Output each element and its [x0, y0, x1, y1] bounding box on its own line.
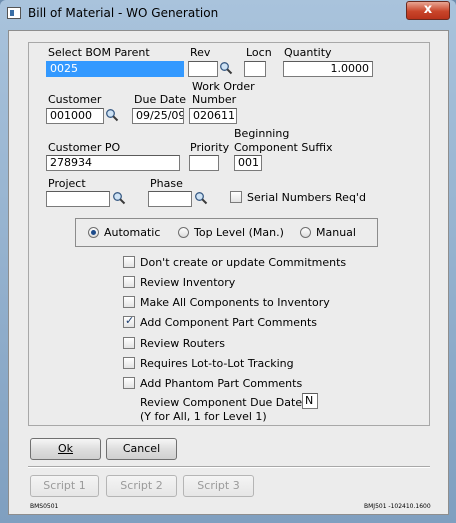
serial-numbers-label: Serial Numbers Req'd [247, 191, 366, 204]
script-3-button[interactable]: Script 3 [183, 475, 254, 497]
work-order-label-line2: Number [192, 93, 237, 106]
ok-button[interactable]: Ok [30, 438, 101, 460]
option-label: Add Phantom Part Comments [140, 377, 303, 390]
radio-dot[interactable] [300, 227, 311, 238]
radio-top-level-label: Top Level (Man.) [194, 226, 284, 239]
ok-button-label: Ok [57, 442, 74, 455]
phase-label: Phase [150, 177, 183, 190]
checkbox-box[interactable] [123, 276, 135, 288]
work-order-input[interactable]: 020611 [189, 108, 237, 124]
priority-label: Priority [190, 141, 230, 154]
project-input[interactable] [46, 191, 110, 207]
checkbox-box[interactable] [123, 256, 135, 268]
review-due-dates-label: Review Component Due Dates? [140, 396, 314, 409]
rev-label: Rev [190, 46, 211, 59]
bom-parent-input[interactable]: 0025 [46, 61, 184, 77]
bom-parent-label: Select BOM Parent [48, 46, 150, 59]
checkbox-box[interactable] [230, 191, 242, 203]
suffix-label-line1: Beginning [234, 127, 290, 140]
checkbox-box[interactable] [123, 357, 135, 369]
divider [28, 466, 430, 468]
script-2-button[interactable]: Script 2 [106, 475, 177, 497]
work-order-label-line1: Work Order [192, 80, 255, 93]
customer-label: Customer [48, 93, 102, 106]
option-label: Requires Lot-to-Lot Tracking [140, 357, 294, 370]
option-label: Make All Components to Inventory [140, 296, 330, 309]
phase-search-icon[interactable] [194, 191, 208, 205]
checkbox-box[interactable] [123, 314, 135, 328]
locn-input[interactable] [244, 61, 266, 77]
project-search-icon[interactable] [112, 191, 126, 205]
priority-input[interactable] [189, 155, 219, 171]
quantity-input[interactable]: 1.0000 [283, 61, 373, 77]
radio-manual-label: Manual [316, 226, 356, 239]
rev-search-icon[interactable] [219, 61, 233, 75]
status-left: BMS0501 [30, 503, 59, 510]
app-icon [7, 7, 21, 19]
checkbox-box[interactable] [123, 377, 135, 389]
suffix-input[interactable]: 001 [234, 155, 262, 171]
customer-search-icon[interactable] [105, 108, 119, 122]
radio-dot[interactable] [178, 227, 189, 238]
option-label: Add Component Part Comments [140, 316, 317, 329]
title-bar[interactable]: Bill of Material - WO Generation x [0, 0, 456, 28]
cancel-button-label: Cancel [122, 442, 161, 455]
option-label: Don't create or update Commitments [140, 256, 347, 269]
customer-input[interactable]: 001000 [46, 108, 104, 124]
review-due-dates-hint: (Y for All, 1 for Level 1) [140, 410, 267, 423]
phase-input[interactable] [148, 191, 192, 207]
project-label: Project [48, 177, 86, 190]
quantity-label: Quantity [284, 46, 332, 59]
radio-automatic-label: Automatic [104, 226, 161, 239]
radio-dot[interactable] [88, 227, 99, 238]
checkbox-box[interactable] [123, 337, 135, 349]
option-label: Review Routers [140, 337, 225, 350]
rev-input[interactable] [188, 61, 218, 77]
due-date-input[interactable]: 09/25/09 [132, 108, 184, 124]
cancel-button[interactable]: Cancel [106, 438, 177, 460]
checkbox-box[interactable] [123, 296, 135, 308]
locn-label: Locn [246, 46, 272, 59]
customer-po-label: Customer PO [48, 141, 121, 154]
review-due-dates-input[interactable]: N [302, 393, 318, 409]
dialog-window: Bill of Material - WO Generation x Selec… [0, 0, 456, 523]
status-right: BMJ501 -102410.1600 [364, 503, 431, 510]
option-label: Review Inventory [140, 276, 236, 289]
window-title: Bill of Material - WO Generation [28, 6, 219, 20]
customer-po-input[interactable]: 278934 [46, 155, 180, 171]
due-date-label: Due Date [134, 93, 186, 106]
close-button[interactable]: x [406, 1, 450, 20]
suffix-label-line2: Component Suffix [234, 141, 333, 154]
script-1-button[interactable]: Script 1 [30, 475, 99, 497]
